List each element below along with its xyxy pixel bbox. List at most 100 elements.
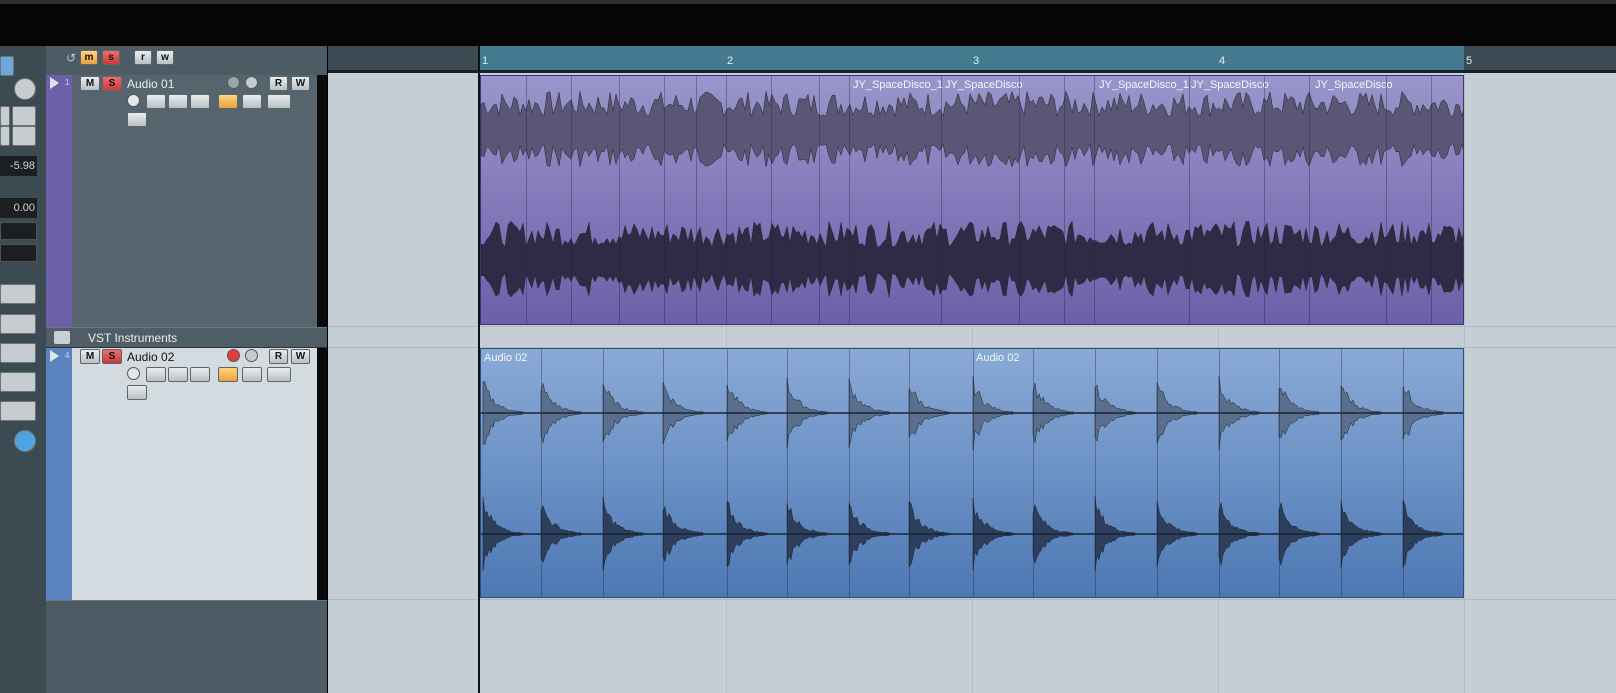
folder-track[interactable]: VST Instruments — [46, 327, 327, 348]
lock-icon[interactable] — [242, 94, 262, 109]
top-border — [0, 0, 1616, 4]
event-boundary — [1403, 349, 1404, 597]
lanes-icon[interactable] — [267, 367, 291, 382]
inspector-settings-icon[interactable] — [12, 126, 36, 146]
track-controls — [72, 348, 317, 600]
insert-bypass-icon[interactable] — [146, 94, 166, 109]
sends-icon[interactable] — [0, 343, 36, 363]
track-list-empty-area[interactable] — [46, 600, 327, 693]
edit-channel-icon[interactable] — [127, 94, 140, 107]
pan-value[interactable]: 0.00 — [0, 198, 37, 218]
monitor-button[interactable] — [245, 349, 258, 362]
inspector-toggle-c[interactable] — [0, 126, 10, 146]
mute-button[interactable]: M — [80, 349, 100, 364]
track-separator — [328, 599, 1616, 600]
lock-icon[interactable] — [242, 367, 262, 382]
event-boundary — [664, 76, 665, 324]
timebase-icon[interactable] — [218, 367, 238, 382]
event-boundary — [696, 76, 697, 324]
project-cursor[interactable] — [478, 46, 480, 693]
transport-area — [0, 0, 1616, 46]
record-enable-button[interactable] — [227, 349, 240, 362]
send-bypass-icon[interactable] — [190, 367, 210, 382]
event-label: Audio 02 — [976, 352, 1020, 364]
cycle-range[interactable] — [480, 46, 1464, 70]
insert-bypass-icon[interactable] — [146, 367, 166, 382]
global-read-button[interactable]: r — [134, 50, 152, 65]
event-boundary — [1189, 76, 1190, 324]
waveform-path — [481, 220, 1463, 298]
track-audio-01[interactable]: 1 M S Audio 01 R W — [46, 75, 327, 327]
track-list-toolbar: ↺ m s r w — [46, 46, 327, 72]
event-boundary — [849, 76, 850, 324]
event-boundary — [663, 349, 664, 597]
event-label: JY_SpaceDisco — [1191, 79, 1269, 91]
event-boundary — [1219, 349, 1220, 597]
event-boundary — [819, 76, 820, 324]
event-boundary — [1431, 76, 1432, 324]
event-boundary — [726, 76, 727, 324]
inspector-slot-b[interactable] — [0, 244, 37, 262]
record-enable-button[interactable] — [227, 76, 240, 89]
write-automation-button[interactable]: W — [291, 349, 310, 364]
track-level-meter — [317, 348, 327, 600]
inspector-toggle-a[interactable] — [0, 106, 10, 126]
event-boundary — [787, 349, 788, 597]
ruler-bar-1: 1 — [482, 55, 489, 67]
waveform-path — [481, 90, 1463, 168]
track-number: 4 — [65, 351, 70, 360]
sync-icon[interactable]: ↺ — [66, 51, 76, 65]
expand-triangle-icon[interactable] — [50, 77, 59, 89]
event-boundary — [1094, 76, 1095, 324]
eq-icon[interactable] — [0, 314, 36, 334]
mute-button[interactable]: M — [80, 76, 100, 91]
event-boundary — [603, 349, 604, 597]
event-boundary — [1341, 349, 1342, 597]
monitor-button[interactable] — [245, 76, 258, 89]
event-label: JY_SpaceDisco_1 — [1099, 79, 1189, 91]
track-settings-icon[interactable] — [127, 385, 147, 400]
notepad-icon[interactable] — [0, 401, 36, 421]
channel-icon[interactable] — [0, 372, 36, 392]
audio-part-track-1[interactable]: JY_SpaceDisco_1 JY_SpaceDisco JY_SpaceDi… — [480, 75, 1464, 325]
event-boundary — [941, 76, 942, 324]
eq-bypass-icon[interactable] — [168, 94, 188, 109]
global-write-button[interactable]: w — [156, 50, 174, 65]
track-audio-02[interactable]: 4 M S Audio 02 R W — [46, 348, 327, 600]
write-automation-button[interactable]: W — [291, 76, 310, 91]
read-automation-button[interactable]: R — [269, 349, 288, 364]
eq-bypass-icon[interactable] — [168, 367, 188, 382]
inserts-icon[interactable] — [0, 284, 36, 304]
track-separator — [328, 326, 1616, 327]
inspector-panel: -5.98 0.00 — [0, 46, 46, 693]
inspector-expand-button[interactable] — [0, 56, 14, 76]
event-boundary — [619, 76, 620, 324]
solo-button[interactable]: S — [102, 76, 122, 91]
track-level-meter — [317, 75, 327, 327]
timebase-icon[interactable] — [218, 94, 238, 109]
track-settings-icon[interactable] — [127, 112, 147, 127]
edit-channel-icon[interactable] — [14, 78, 36, 100]
audio-part-track-2[interactable]: Audio 02 Audio 02 — [480, 348, 1464, 598]
event-label: JY_SpaceDisco_1 — [853, 79, 943, 91]
folder-icon[interactable] — [54, 331, 70, 344]
event-boundary — [1279, 349, 1280, 597]
read-automation-button[interactable]: R — [269, 76, 288, 91]
quick-controls-icon[interactable] — [14, 430, 36, 452]
inspector-toggle-b[interactable] — [12, 106, 36, 126]
global-solo-button[interactable]: s — [102, 50, 120, 65]
volume-value[interactable]: -5.98 — [0, 156, 37, 176]
inspector-slot-a[interactable] — [0, 222, 37, 240]
edit-channel-icon[interactable] — [127, 367, 140, 380]
global-mute-button[interactable]: m — [80, 50, 98, 65]
expand-triangle-icon[interactable] — [50, 350, 59, 362]
track-name[interactable]: Audio 02 — [127, 350, 174, 364]
solo-button[interactable]: S — [102, 349, 122, 364]
lanes-icon[interactable] — [267, 94, 291, 109]
event-boundary — [526, 76, 527, 324]
folder-name[interactable]: VST Instruments — [88, 331, 177, 345]
track-name[interactable]: Audio 01 — [127, 77, 174, 91]
track-color-strip — [46, 348, 72, 600]
event-boundary — [771, 76, 772, 324]
send-bypass-icon[interactable] — [190, 94, 210, 109]
